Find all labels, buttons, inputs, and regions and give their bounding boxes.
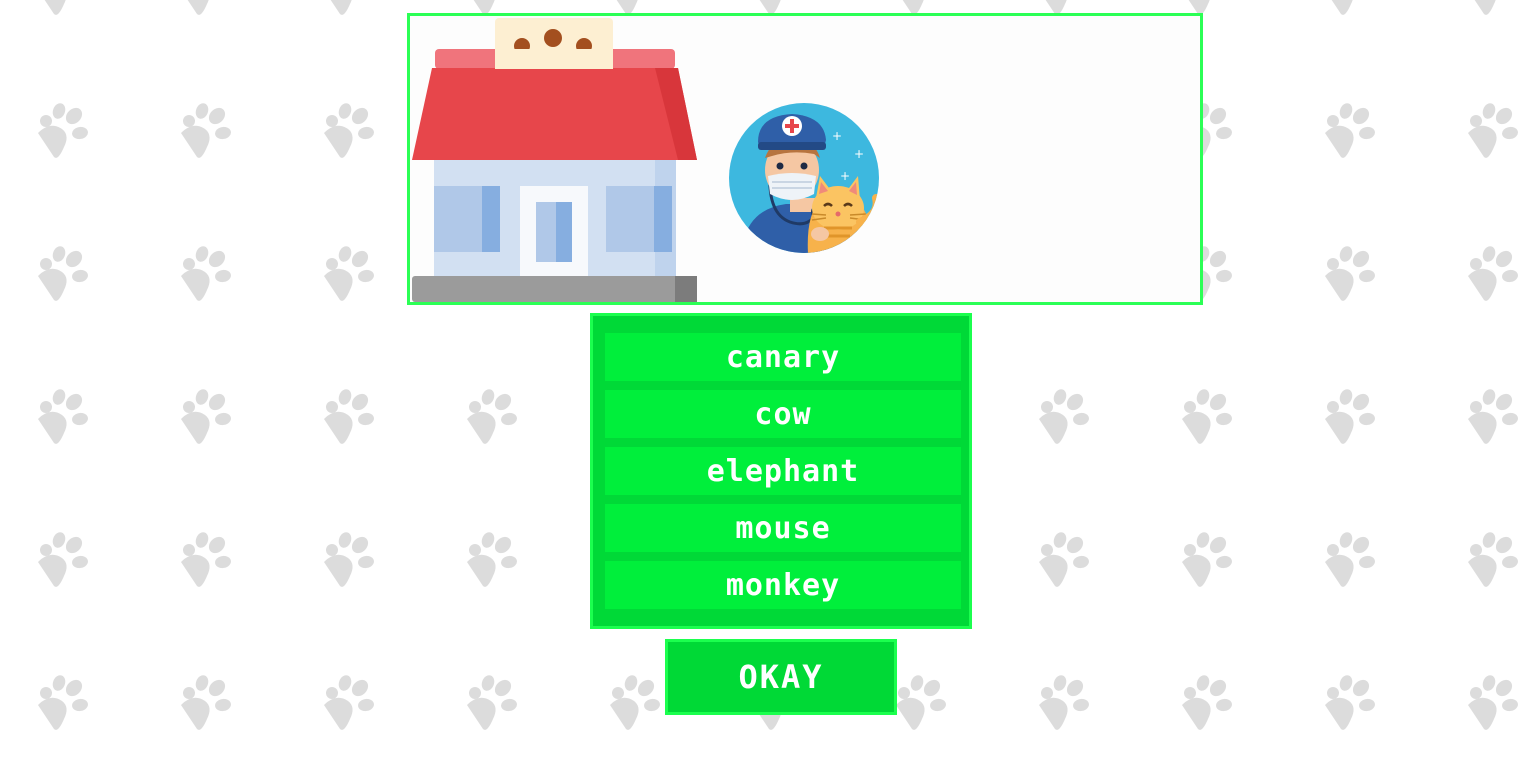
svg-text:+: + [832,129,842,143]
paw-print-icon [324,530,375,587]
paw-print-icon [1468,244,1519,301]
paw-print-icon [1325,244,1376,301]
paw-print-icon [181,101,232,158]
paw-print-icon [324,673,375,730]
paw-print-icon [1468,0,1519,15]
paw-print-icon [1039,530,1090,587]
paw-print-icon [324,0,375,15]
paw-print-icon [38,101,89,158]
choice-cow[interactable]: cow [605,390,961,438]
paw-print-icon [38,387,89,444]
paw-print-icon [1182,530,1233,587]
choice-mouse[interactable]: mouse [605,504,961,552]
paw-print-icon [896,673,947,730]
paw-print-icon [181,244,232,301]
paw-print-icon [1325,0,1376,15]
paw-print-icon [467,387,518,444]
paw-print-icon [181,673,232,730]
paw-print-icon [38,530,89,587]
paw-print-icon [1325,673,1376,730]
paw-print-icon [1468,673,1519,730]
choice-elephant[interactable]: elephant [605,447,961,495]
okay-button[interactable]: OKAY [665,639,897,715]
paw-print-icon [38,0,89,15]
paw-print-icon [1468,101,1519,158]
paw-print-icon [467,673,518,730]
pet-clinic-building-icon [412,18,697,302]
paw-print-icon [181,530,232,587]
svg-text:+: + [854,147,864,161]
veterinarian-with-cat-icon: + + + [729,103,879,253]
paw-print-icon [324,387,375,444]
paw-print-icon [1182,387,1233,444]
svg-text:+: + [840,169,850,183]
paw-print-icon [324,101,375,158]
paw-print-icon [324,244,375,301]
paw-print-icon [38,673,89,730]
paw-print-icon [1182,673,1233,730]
paw-print-icon [1468,387,1519,444]
paw-print-icon [467,530,518,587]
paw-print-icon [1325,387,1376,444]
choice-canary[interactable]: canary [605,333,961,381]
paw-print-icon [181,387,232,444]
choice-monkey[interactable]: monkey [605,561,961,609]
paw-print-icon [1039,387,1090,444]
paw-print-icon [1325,530,1376,587]
paw-print-icon [1039,673,1090,730]
paw-print-icon [1468,530,1519,587]
paw-print-icon [610,673,661,730]
scene-panel: + + + [407,13,1203,305]
paw-print-icon [1325,101,1376,158]
paw-print-icon [38,244,89,301]
paw-print-icon [181,0,232,15]
animal-choice-list: canary cow elephant mouse monkey [590,313,972,629]
